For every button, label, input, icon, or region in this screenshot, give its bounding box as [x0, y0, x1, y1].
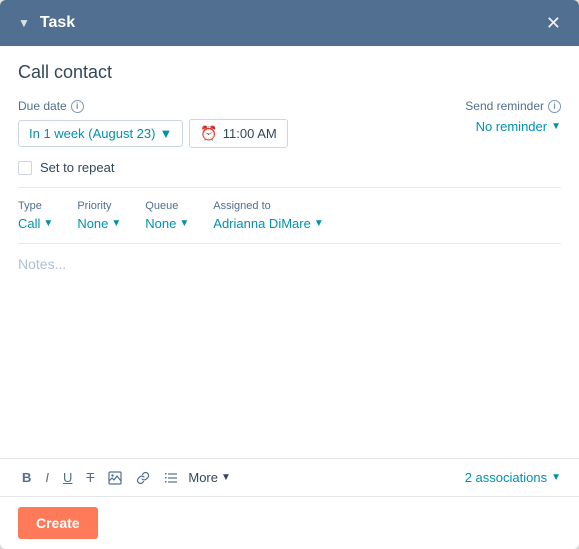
- date-section: Due date i In 1 week (August 23) ▼ ⏰ 11:…: [0, 91, 579, 160]
- assigned-value: Adrianna DiMare: [213, 216, 311, 231]
- task-modal: ▼ Task ✕ Due date i In 1 week (August 23…: [0, 0, 579, 549]
- repeat-checkbox[interactable]: [18, 161, 32, 175]
- underline-button[interactable]: U: [59, 467, 76, 488]
- more-button[interactable]: More ▼: [188, 470, 231, 485]
- date-row: In 1 week (August 23) ▼ ⏰ 11:00 AM: [18, 119, 288, 148]
- footer-section: Create: [0, 496, 579, 549]
- type-section: Type Call ▼ Priority None ▼ Queue None ▼: [0, 188, 579, 243]
- time-button[interactable]: ⏰ 11:00 AM: [189, 119, 287, 148]
- toolbar-left: B I U T: [18, 467, 231, 488]
- strikethrough-button[interactable]: T: [82, 467, 98, 488]
- due-date-label: Due date i: [18, 99, 288, 113]
- clock-icon: ⏰: [200, 125, 217, 142]
- date-left: Due date i In 1 week (August 23) ▼ ⏰ 11:…: [18, 99, 288, 148]
- modal-title: Task: [40, 14, 75, 32]
- reminder-value: No reminder: [476, 119, 548, 134]
- modal-body: Due date i In 1 week (August 23) ▼ ⏰ 11:…: [0, 46, 579, 549]
- queue-caret: ▼: [179, 218, 189, 229]
- priority-dropdown[interactable]: None ▼: [77, 216, 121, 231]
- task-name-input[interactable]: [18, 62, 561, 83]
- type-field-group: Type Call ▼: [18, 200, 53, 231]
- assigned-caret: ▼: [314, 218, 324, 229]
- notes-section: [0, 244, 579, 458]
- associations-label: 2 associations: [465, 470, 547, 485]
- type-dropdown[interactable]: Call ▼: [18, 216, 53, 231]
- close-icon[interactable]: ✕: [546, 14, 561, 32]
- time-value: 11:00 AM: [223, 126, 277, 141]
- type-label: Type: [18, 200, 53, 212]
- assigned-field-group: Assigned to Adrianna DiMare ▼: [213, 200, 323, 231]
- queue-value: None: [145, 216, 176, 231]
- image-button[interactable]: [104, 468, 126, 488]
- more-caret: ▼: [221, 472, 231, 483]
- due-date-caret: ▼: [159, 126, 172, 141]
- due-date-button[interactable]: In 1 week (August 23) ▼: [18, 120, 183, 147]
- reminder-button[interactable]: No reminder ▼: [476, 119, 561, 134]
- chevron-down-icon[interactable]: ▼: [18, 16, 30, 30]
- queue-dropdown[interactable]: None ▼: [145, 216, 189, 231]
- priority-field-group: Priority None ▼: [77, 200, 121, 231]
- italic-button[interactable]: I: [41, 467, 53, 488]
- priority-caret: ▼: [111, 218, 121, 229]
- priority-label: Priority: [77, 200, 121, 212]
- create-button[interactable]: Create: [18, 507, 98, 539]
- notes-input[interactable]: [18, 256, 561, 450]
- header-left: ▼ Task: [18, 14, 75, 32]
- list-button[interactable]: [160, 468, 182, 488]
- link-button[interactable]: [132, 468, 154, 488]
- associations-button[interactable]: 2 associations ▼: [465, 470, 561, 485]
- assigned-label: Assigned to: [213, 200, 323, 212]
- reminder-caret: ▼: [551, 121, 561, 132]
- due-date-value: In 1 week (August 23): [29, 126, 155, 141]
- associations-caret: ▼: [551, 472, 561, 483]
- more-label: More: [188, 470, 218, 485]
- date-right: Send reminder i No reminder ▼: [465, 99, 561, 134]
- repeat-label: Set to repeat: [40, 160, 114, 175]
- bold-button[interactable]: B: [18, 467, 35, 488]
- queue-field-group: Queue None ▼: [145, 200, 189, 231]
- type-caret: ▼: [43, 218, 53, 229]
- assigned-dropdown[interactable]: Adrianna DiMare ▼: [213, 216, 323, 231]
- task-name-section: [0, 46, 579, 91]
- priority-value: None: [77, 216, 108, 231]
- queue-label: Queue: [145, 200, 189, 212]
- type-value: Call: [18, 216, 40, 231]
- reminder-label: Send reminder i: [465, 99, 561, 113]
- reminder-info-icon[interactable]: i: [548, 100, 561, 113]
- toolbar-section: B I U T: [0, 458, 579, 496]
- modal-header: ▼ Task ✕: [0, 0, 579, 46]
- due-date-info-icon[interactable]: i: [71, 100, 84, 113]
- repeat-section: Set to repeat: [0, 160, 579, 187]
